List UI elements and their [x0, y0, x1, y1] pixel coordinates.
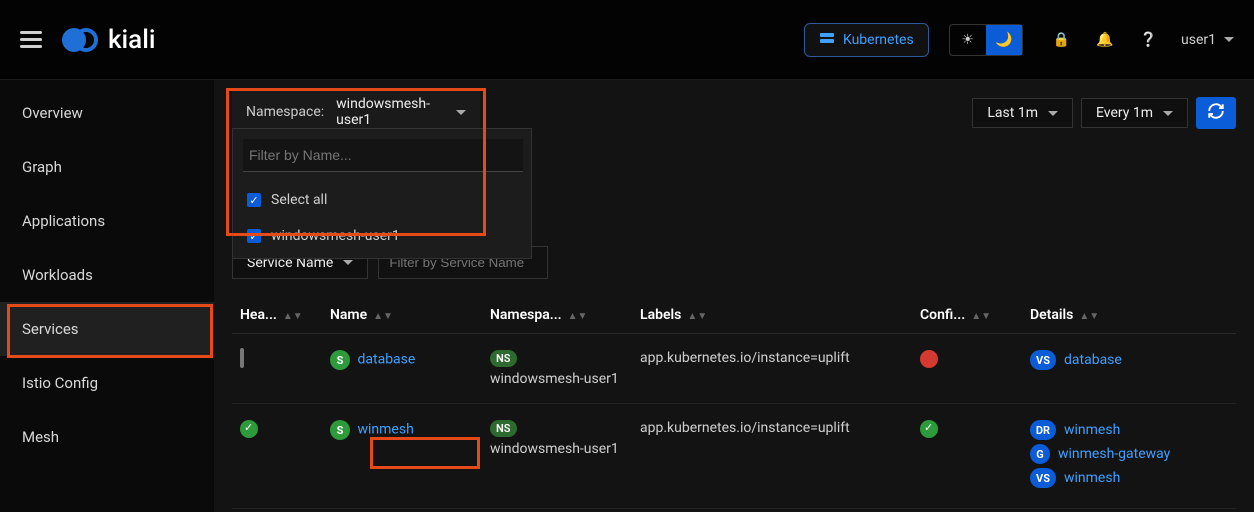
vs-badge-icon: VS: [1030, 350, 1056, 370]
sidebar-item-graph[interactable]: Graph: [0, 140, 214, 194]
table-row: S winmesh NS windowsmesh-user1 app.kubernet…: [232, 404, 1236, 509]
sort-icon: ▲▼: [971, 311, 991, 322]
namespace-value: windowsmesh-user1: [336, 96, 444, 128]
refresh-button[interactable]: [1196, 97, 1236, 129]
logo[interactable]: kiali: [62, 25, 155, 55]
chevron-down-icon: [1163, 111, 1173, 116]
namespace-select-all[interactable]: Select all: [233, 182, 531, 218]
moon-icon: 🌙: [995, 32, 1012, 48]
help-icon[interactable]: ❔: [1140, 32, 1157, 48]
chevron-down-icon: [343, 260, 353, 265]
column-header[interactable]: Namespa...▲▼: [482, 297, 632, 334]
sidebar-item-applications[interactable]: Applications: [0, 194, 214, 248]
sort-icon: ▲▼: [373, 311, 393, 322]
vs-badge-icon: VS: [1030, 468, 1056, 488]
service-link[interactable]: database: [357, 352, 415, 368]
detail-link[interactable]: winmesh-gateway: [1058, 446, 1170, 462]
refresh-icon: [1207, 102, 1225, 124]
sidebar-item-overview[interactable]: Overview: [0, 86, 214, 140]
detail-link[interactable]: winmesh: [1064, 422, 1120, 438]
lock-icon[interactable]: 🔒: [1053, 32, 1070, 48]
column-header[interactable]: Details▲▼: [1022, 297, 1236, 334]
checkbox-checked-icon: [247, 193, 261, 207]
theme-toggle: ☀ 🌙: [949, 24, 1023, 56]
g-badge-icon: G: [1030, 444, 1050, 464]
detail-link[interactable]: database: [1064, 352, 1122, 368]
cluster-label: Kubernetes: [843, 32, 914, 48]
sidebar-item-istio-config[interactable]: Istio Config: [0, 356, 214, 410]
label-cell: app.kubernetes.io/instance=uplift: [632, 404, 912, 509]
service-badge-icon: S: [330, 350, 350, 370]
checkbox-checked-icon: [247, 229, 261, 243]
main-content: Namespace: windowsmesh-user1 Last 1m Eve…: [214, 80, 1254, 512]
dr-badge-icon: DR: [1030, 420, 1056, 440]
sort-icon: ▲▼: [568, 311, 588, 322]
sun-icon: ☀: [961, 32, 974, 48]
config-ok-icon: [920, 420, 938, 438]
sort-icon: ▲▼: [687, 311, 707, 322]
column-header[interactable]: Hea...▲▼: [232, 297, 322, 334]
service-link[interactable]: winmesh: [357, 422, 413, 438]
sidebar-item-mesh[interactable]: Mesh: [0, 410, 214, 464]
detail-link[interactable]: winmesh: [1064, 470, 1120, 486]
namespace-badge: NS: [490, 420, 517, 437]
health-unknown-icon: [240, 348, 244, 368]
sidebar-item-services[interactable]: Services: [0, 302, 214, 356]
config-error-icon: [920, 350, 938, 368]
user-label: user1: [1181, 32, 1216, 48]
refresh-interval-select[interactable]: Every 1m: [1081, 98, 1188, 128]
cluster-icon: [819, 30, 835, 50]
column-header[interactable]: Confi...▲▼: [912, 297, 1022, 334]
time-range-select[interactable]: Last 1m: [972, 98, 1073, 128]
namespace-option[interactable]: windowsmesh-user1: [233, 218, 531, 254]
namespace-dropdown: Select all windowsmesh-user1: [232, 128, 532, 259]
chevron-down-icon: [1224, 37, 1234, 42]
sort-icon: ▲▼: [283, 311, 303, 322]
menu-toggle[interactable]: [20, 31, 42, 48]
namespace-label: Namespace:: [246, 104, 324, 120]
cluster-pill[interactable]: Kubernetes: [804, 23, 929, 57]
user-menu[interactable]: user1: [1181, 32, 1234, 48]
namespace-text: windowsmesh-user1: [490, 441, 619, 457]
service-badge-icon: S: [330, 420, 350, 440]
services-table: Hea...▲▼Name▲▼Namespa...▲▼Labels▲▼Confi.…: [232, 297, 1236, 509]
bell-icon[interactable]: 🔔: [1096, 32, 1113, 48]
topbar: kiali Kubernetes ☀ 🌙 🔒 🔔 ❔ user1: [0, 0, 1254, 80]
column-header[interactable]: Name▲▼: [322, 297, 482, 334]
brand-text: kiali: [108, 25, 155, 55]
namespace-badge: NS: [490, 350, 517, 367]
sidebar: OverviewGraphApplicationsWorkloadsServic…: [0, 80, 214, 512]
column-header[interactable]: Labels▲▼: [632, 297, 912, 334]
label-cell: app.kubernetes.io/instance=uplift: [632, 334, 912, 404]
namespace-filter-input[interactable]: [243, 139, 523, 172]
theme-light-button[interactable]: ☀: [950, 25, 986, 55]
namespace-text: windowsmesh-user1: [490, 371, 619, 387]
sort-icon: ▲▼: [1079, 311, 1099, 322]
theme-dark-button[interactable]: 🌙: [986, 25, 1022, 55]
table-row: S database NS windowsmesh-user1 app.kuberne…: [232, 334, 1236, 404]
chevron-down-icon: [456, 110, 466, 115]
chevron-down-icon: [1048, 111, 1058, 116]
sidebar-item-workloads[interactable]: Workloads: [0, 248, 214, 302]
logo-icon: [62, 26, 100, 54]
health-ok-icon: [240, 420, 258, 438]
